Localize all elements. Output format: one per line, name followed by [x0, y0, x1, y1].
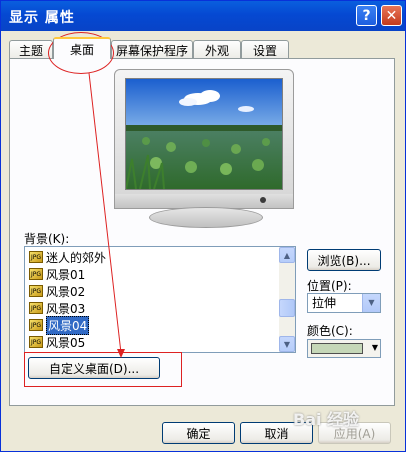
watermark: Bai 经验: [293, 410, 360, 429]
display-properties-window: 显示 属性 ? ✕ 主题 桌面 屏幕保护程序 外观 设置 背景(K): JPG …: [0, 0, 406, 452]
tab-desktop[interactable]: 桌面: [53, 37, 111, 59]
annotation-arrow: [88, 72, 125, 358]
